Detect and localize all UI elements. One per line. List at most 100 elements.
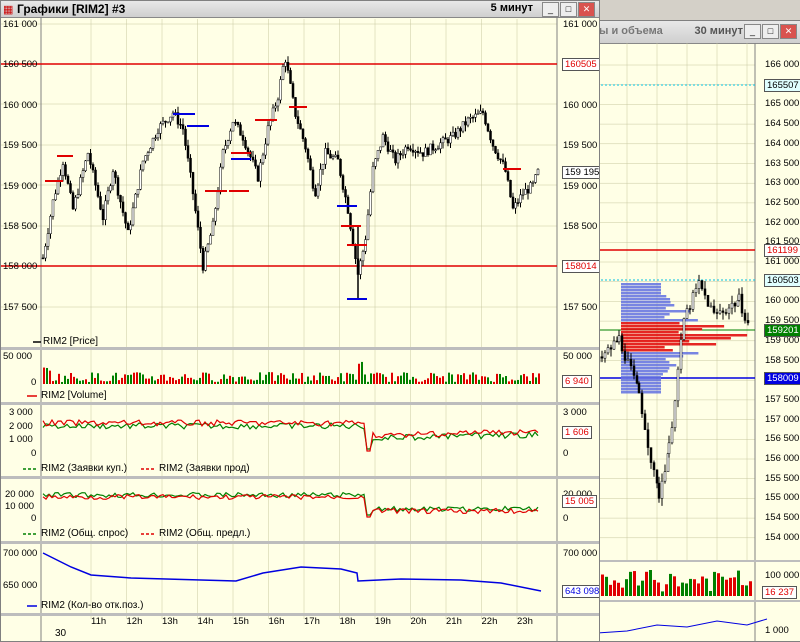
volume-bar [364,374,366,384]
price-axis-left-label: 157 500 [3,301,38,313]
volume-bar [118,380,120,384]
second-price-candle-body [730,302,734,309]
volume-bar [340,373,342,384]
volume-bar [466,379,468,384]
volume-bar [178,379,180,384]
volume-bar [271,372,273,384]
volume-profile-bar [621,292,661,295]
second-price-candle-body [697,280,701,289]
second-volume-bar [733,577,736,596]
second-volume-last: 16 237 [762,586,798,599]
totals-axis-2: 0 [31,513,37,524]
volume-bar [196,380,198,384]
second-volume-bar [745,585,748,596]
volume-bar [316,380,318,384]
price-candle-body [299,123,302,130]
totals-axis-1: 10 000 [5,501,35,512]
volume-bar [445,381,447,384]
orders-axis-1: 2 000 [9,421,33,432]
volume-bar [358,363,360,384]
volume-profile-bar [621,349,673,352]
oi-last-tag: 643 098 [562,585,599,598]
volume-bar [487,377,489,384]
orders-axis-2: 1 000 [9,434,33,445]
second-volume-bar [601,574,604,596]
price-candle-body [461,121,465,132]
price-candle-body [304,138,307,150]
price-candle-body [141,160,145,171]
second-volume-bar [605,576,608,596]
volume-profile-bar [621,289,661,292]
orders-axis-0: 3 000 [9,407,33,418]
time-axis-label: 19h [375,616,391,627]
second-price-candle-body [643,413,647,430]
volume-bar [211,380,213,384]
price-candle-body [466,117,470,126]
time-axis-label: 14h [197,616,214,627]
price-candle-body [54,193,57,201]
price-candle-body [309,158,312,171]
price-candle-body [391,149,395,153]
price-candle-body [534,174,537,183]
volume-bar [352,374,354,384]
second-volume-bar [749,581,752,596]
price-candle-body [406,146,410,150]
price-candle-body [281,66,285,80]
second-price-candle-body [606,347,610,354]
volume-bar [412,376,414,384]
second-volume-bar [693,579,696,596]
volume-bar [406,372,408,384]
second-price-candle-body [685,308,689,319]
price-candle-body [326,148,330,155]
second-volume-bar [701,576,704,596]
price-candle-body [184,128,187,146]
volume-bar [157,379,159,384]
price-candle-body [289,70,292,84]
volume-profile-bar [621,298,671,301]
price-candle-body [341,175,345,190]
price-axis-right-label: 161 000 [563,19,598,30]
volume-bar [379,373,381,384]
volume-bar [298,378,300,384]
second-price-candle-body [609,347,613,350]
volume-bar [511,379,513,384]
volume-profile-bar [621,376,661,379]
second-price-candle-body [649,447,653,463]
second-level-cyan-top: 165507 [764,79,800,92]
second-price-candle-body [673,400,677,428]
price-candle-body [101,209,105,220]
volume-bar [346,372,348,384]
price-candle-body [241,135,245,141]
price-candle-body [106,190,110,202]
price-candle-body [206,243,210,252]
volume-bar [160,374,162,384]
price-candle-body [59,175,62,181]
volume-profile-bar [621,322,680,325]
price-candle-body [456,128,460,138]
second-price-axis-label: 164 500 [765,118,800,130]
volume-bar [244,376,246,384]
volume-bar [370,373,372,384]
second-last-price: 159201 [764,324,800,337]
volume-profile-bar [621,286,661,289]
second-price-candle-body [740,293,744,314]
volume-bar [292,373,294,384]
second-volume-bar [637,585,640,596]
price-candle-body [469,116,472,119]
second-volume-bar [609,584,612,596]
price-candle-body [74,197,77,210]
second-level-cyan-mid: 160503 [764,274,800,287]
price-candle-body [489,130,492,141]
price-candle-body [509,179,512,198]
volume-bar [154,380,156,384]
price-candle-body [486,123,490,132]
time-axis-label: 15h [233,616,249,627]
second-volume-bar [741,585,744,596]
second-volume-bar [737,570,740,596]
second-chart-window: ы и объема 30 минут _ □ ✕ 166 000165 500… [596,20,800,642]
price-candle-body [491,139,495,147]
volume-profile-bar [621,295,667,298]
volume-bar [391,372,393,384]
price-candle-body [404,146,407,155]
totals-supply-line [42,493,539,518]
